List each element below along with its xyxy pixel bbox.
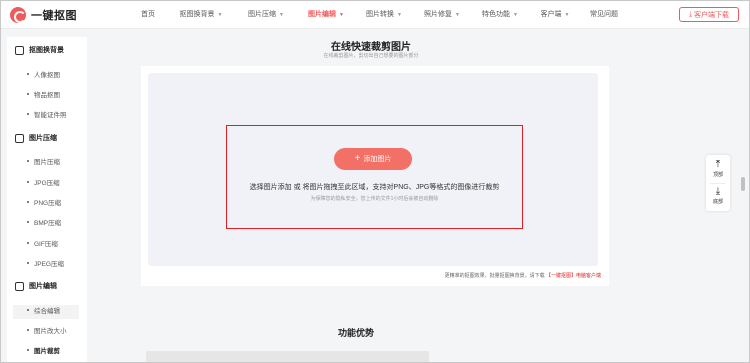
sidebar-item-jpeg-compress[interactable]: JPEG压缩 — [27, 258, 64, 268]
plus-icon: + — [354, 153, 361, 164]
scroll-bottom-label: 底部 — [712, 199, 723, 205]
sidebar-group-title: 图片编辑 — [29, 283, 57, 290]
top-header: 一键抠图 首页 抠图换背景 ▼ 图片压缩 ▼ 图片编辑 ▼ 图片转换 ▼ 照片修复 ▼ 特… — [1, 1, 749, 29]
promo-text-body: 更精准的抠图效果、批量抠图换背景，请下载 — [444, 273, 545, 279]
sidebar-item-portrait[interactable]: 人像抠图 — [27, 69, 60, 79]
nav-item-features[interactable]: 特色功能 ▼ — [471, 1, 529, 29]
logo-icon — [10, 7, 26, 23]
chevron-down-icon: ▼ — [339, 12, 344, 18]
sidebar-item-resize[interactable]: 图片改大小 — [27, 325, 67, 335]
nav-label: 特色功能 — [482, 11, 511, 18]
logo-text: 一键抠图 — [31, 10, 77, 22]
client-download-button[interactable]: ⤓ 客户端下载 — [679, 7, 739, 22]
sidebar-item-label: 图片改大小 — [34, 328, 67, 335]
sidebar-group-title: 图片压缩 — [29, 135, 57, 142]
chevron-down-icon: ▼ — [217, 12, 223, 18]
highlight-box — [226, 125, 523, 229]
nav-label: 图片编辑 — [308, 11, 337, 18]
sidebar-item-label: 人像抠图 — [34, 72, 60, 79]
scrollbar-thumb[interactable] — [741, 177, 745, 191]
nav-item-home[interactable]: 首页 — [129, 1, 167, 29]
page-subtitle: 在线裁剪图片，剪切出自己想要的图片部分 — [323, 53, 419, 59]
chevron-down-icon: ▼ — [279, 12, 284, 18]
nav-item-convert[interactable]: 图片转换 ▼ — [355, 1, 413, 29]
download-label: 客户端下载 — [694, 11, 730, 19]
compress-icon — [15, 133, 24, 143]
nav-label: 图片转换 — [366, 11, 395, 18]
sidebar-item-crop[interactable]: 图片裁剪 — [27, 345, 60, 355]
main-nav: 首页 抠图换背景 ▼ 图片压缩 ▼ 图片编辑 ▼ 图片转换 ▼ 照片修复 ▼ 特色功能 ▼ … — [129, 1, 627, 29]
nav-label: 抠图换背景 — [179, 11, 215, 18]
upload-description: 选择图片添加 或 将图片拖拽至此区域，支持对PNG、JPG等格式的图像进行裁剪 — [249, 184, 500, 191]
arrow-up-icon: ⤒ — [715, 159, 721, 170]
sidebar-item-general-edit[interactable]: 综合编辑 — [27, 305, 60, 315]
logo[interactable]: 一键抠图 — [10, 7, 77, 23]
sidebar-item-gif-compress[interactable]: GIF压缩 — [27, 238, 58, 248]
sidebar-item-label: 图片裁剪 — [34, 348, 60, 355]
crop-frame-icon — [15, 45, 24, 55]
sidebar-group-title: 抠图换背景 — [29, 47, 64, 54]
scroll-top-label: 顶部 — [712, 172, 723, 178]
section-title: 功能优势 — [337, 328, 374, 338]
sidebar-group-compress[interactable]: 图片压缩 — [15, 133, 57, 143]
sidebar-item-label: GIF压缩 — [34, 241, 58, 248]
nav-item-repair[interactable]: 照片修复 ▼ — [413, 1, 471, 29]
sidebar-item-jpg-compress[interactable]: JPG压缩 — [27, 177, 60, 187]
scroll-top-button[interactable]: ⤒ 顶部 — [706, 159, 730, 179]
sidebar-item-label: JPEG压缩 — [34, 261, 64, 268]
add-image-label: 添加图片 — [363, 156, 392, 163]
divider — [710, 183, 726, 184]
chevron-down-icon: ▼ — [564, 12, 570, 18]
sidebar: 抠图换背景 人像抠图 物品抠图 智能证件照 图片压缩 图片压缩 JPG压缩 PN… — [7, 37, 87, 362]
sidebar-item-label: JPG压缩 — [34, 180, 60, 187]
nav-label: 图片压缩 — [248, 11, 277, 18]
sidebar-item-label: 综合编辑 — [34, 308, 60, 315]
sidebar-item-label: PNG压缩 — [34, 200, 62, 207]
sidebar-item-png-compress[interactable]: PNG压缩 — [27, 197, 61, 207]
feature-card-top — [146, 351, 429, 362]
page-title: 在线快速裁剪图片 — [331, 42, 411, 53]
nav-label: 客户端 — [540, 11, 562, 18]
scroll-bottom-button[interactable]: ⤓ 底部 — [706, 186, 730, 206]
chevron-down-icon: ▼ — [397, 12, 402, 18]
chevron-down-icon: ▼ — [513, 12, 518, 18]
sidebar-item-bmp-compress[interactable]: BMP压缩 — [27, 217, 61, 227]
nav-item-faq[interactable]: 常见问题 — [581, 1, 627, 29]
sidebar-item-label: 图片压缩 — [34, 159, 60, 166]
floating-scroll-panel: ⤒ 顶部 ⤓ 底部 — [706, 155, 730, 211]
nav-label: 照片修复 — [424, 11, 453, 18]
add-image-button[interactable]: + 添加图片 — [334, 148, 412, 170]
sidebar-item-object[interactable]: 物品抠图 — [27, 89, 60, 99]
sidebar-item-label: 智能证件照 — [34, 112, 67, 119]
nav-item-compress[interactable]: 图片压缩 ▼ — [235, 1, 297, 29]
sidebar-item-label: BMP压缩 — [34, 220, 62, 227]
nav-label: 常见问题 — [590, 11, 618, 18]
browser-frame: 一键抠图 首页 抠图换背景 ▼ 图片压缩 ▼ 图片编辑 ▼ 图片转换 ▼ 照片修复 ▼ 特… — [0, 0, 750, 363]
sidebar-group-edit[interactable]: 图片编辑 — [15, 281, 57, 291]
nav-label: 首页 — [141, 11, 155, 18]
promo-client-link[interactable]: 【一键抠图】电脑客户端 — [546, 273, 601, 279]
chevron-down-icon: ▼ — [455, 12, 460, 18]
arrow-down-icon: ⤓ — [715, 186, 721, 197]
nav-item-edit[interactable]: 图片编辑 ▼ — [297, 1, 355, 29]
nav-item-client[interactable]: 客户端 ▼ — [529, 1, 581, 29]
sidebar-item-image-compress[interactable]: 图片压缩 — [27, 156, 60, 166]
image-edit-icon — [15, 281, 24, 291]
sidebar-item-label: 物品抠图 — [34, 92, 60, 99]
privacy-note: 为保障您的隐私安全，您上传的文件1小时后会被自动删除 — [310, 196, 439, 202]
promo-text: 更精准的抠图效果、批量抠图换背景，请下载 【一键抠图】电脑客户端 — [421, 272, 601, 279]
sidebar-item-id-photo[interactable]: 智能证件照 — [27, 109, 67, 119]
sidebar-group-cutout[interactable]: 抠图换背景 — [15, 45, 64, 55]
download-icon: ⤓ — [688, 10, 693, 18]
nav-item-cutout[interactable]: 抠图换背景 ▼ — [167, 1, 235, 29]
